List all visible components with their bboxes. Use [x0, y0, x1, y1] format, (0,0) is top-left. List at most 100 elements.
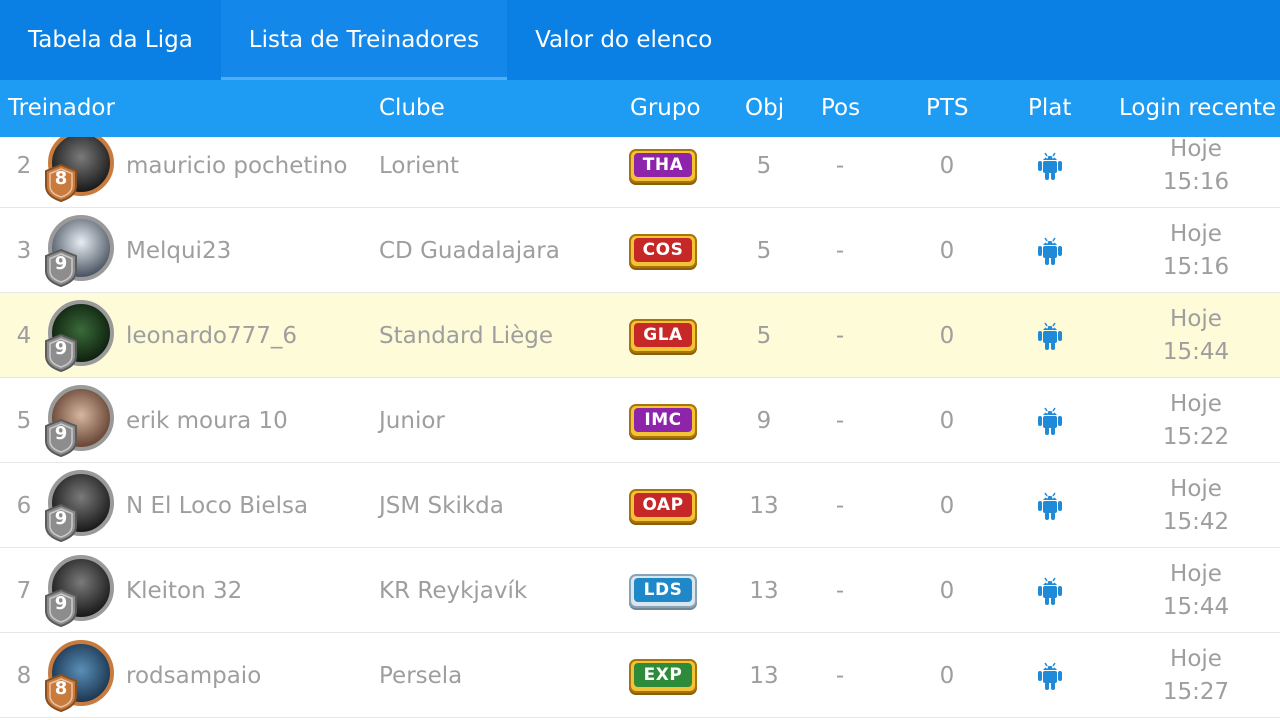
tab-label: Lista de Treinadores	[248, 27, 480, 53]
rank-number: 3	[16, 237, 32, 264]
objective-value: 5	[756, 322, 772, 349]
position-value: -	[835, 152, 845, 179]
coach-avatar[interactable]: 8	[44, 137, 120, 202]
club-name[interactable]: JSM Skikda	[379, 463, 504, 548]
login-time: 15:16	[1162, 253, 1230, 280]
table-row[interactable]: 7 9 Kleiton 32 KR Reykjavík LDS 13 - 0 H…	[0, 548, 1280, 633]
android-icon	[1038, 152, 1062, 180]
column-header-clube[interactable]: Clube	[379, 80, 445, 137]
coach-avatar[interactable]: 9	[44, 215, 120, 287]
table-row[interactable]: 8 8 rodsampaio Persela EXP 13 - 0 Hoje 1…	[0, 633, 1280, 718]
club-name[interactable]: Standard Liège	[379, 293, 553, 378]
coach-avatar[interactable]: 9	[44, 385, 120, 457]
level-number: 8	[54, 168, 68, 189]
table-row[interactable]: 4 9 leonardo777_6 Standard Liège GLA 5 -…	[0, 293, 1280, 378]
club-name[interactable]: Persela	[379, 633, 462, 718]
platform-cell	[1030, 633, 1070, 718]
position-value: -	[835, 577, 845, 604]
group-code: THA	[634, 152, 692, 177]
tab-tabela-da-liga[interactable]: Tabela da Liga	[0, 0, 221, 80]
position-value: -	[835, 237, 845, 264]
tab-valor-do-elenco[interactable]: Valor do elenco	[507, 0, 740, 80]
group-badge: OAP	[627, 463, 699, 548]
last-login: Hoje 15:42	[1140, 463, 1252, 548]
level-number: 9	[54, 593, 68, 614]
coach-avatar[interactable]: 9	[44, 470, 120, 542]
group-badge: THA	[627, 137, 699, 208]
android-icon	[1038, 662, 1062, 690]
column-header-obj[interactable]: Obj	[745, 80, 784, 137]
club-name[interactable]: Lorient	[379, 137, 459, 208]
group-badge: IMC	[627, 378, 699, 463]
level-number: 9	[54, 253, 68, 274]
login-time: 15:16	[1162, 168, 1230, 195]
table-row[interactable]: 5 9 erik moura 10 Junior IMC 9 - 0 Hoje …	[0, 378, 1280, 463]
points-value: 0	[939, 407, 955, 434]
column-header-login-recente[interactable]: Login recente	[1119, 80, 1276, 137]
login-day: Hoje	[1170, 390, 1222, 417]
column-header-pts[interactable]: PTS	[926, 80, 969, 137]
table-row[interactable]: 6 9 N El Loco Bielsa JSM Skikda OAP 13 -…	[0, 463, 1280, 548]
group-badge: COS	[627, 208, 699, 293]
login-time: 15:44	[1162, 338, 1230, 365]
coach-name[interactable]: rodsampaio	[126, 633, 261, 718]
login-day: Hoje	[1170, 560, 1222, 587]
group-code: LDS	[634, 577, 692, 602]
club-name[interactable]: Junior	[379, 378, 445, 463]
login-time: 15:22	[1162, 423, 1230, 450]
rank-number: 4	[16, 322, 32, 349]
platform-cell	[1030, 137, 1070, 208]
coach-name[interactable]: leonardo777_6	[126, 293, 297, 378]
android-icon	[1038, 407, 1062, 435]
table-row[interactable]: 3 9 Melqui23 CD Guadalajara COS 5 - 0 Ho…	[0, 208, 1280, 293]
rank-number: 6	[16, 492, 32, 519]
tab-bar: Tabela da Liga Lista de Treinadores Valo…	[0, 0, 1280, 80]
android-icon	[1038, 492, 1062, 520]
position-value: -	[835, 322, 845, 349]
position-value: -	[835, 492, 845, 519]
group-code: EXP	[634, 662, 692, 687]
points-value: 0	[939, 322, 955, 349]
table-row[interactable]: 2 8 mauricio pochetino Lorient THA 5 - 0	[0, 137, 1280, 208]
login-day: Hoje	[1170, 305, 1222, 332]
last-login: Hoje 15:22	[1140, 378, 1252, 463]
coach-avatar[interactable]: 8	[44, 640, 120, 712]
login-time: 15:42	[1162, 508, 1230, 535]
tab-label: Tabela da Liga	[28, 27, 193, 53]
login-time: 15:27	[1162, 678, 1230, 705]
android-icon	[1038, 577, 1062, 605]
column-header-grupo[interactable]: Grupo	[630, 80, 701, 137]
group-badge: LDS	[627, 548, 699, 633]
last-login: Hoje 15:44	[1140, 293, 1252, 378]
objective-value: 13	[749, 577, 779, 604]
coach-avatar[interactable]: 9	[44, 300, 120, 372]
coach-name[interactable]: erik moura 10	[126, 378, 288, 463]
platform-cell	[1030, 463, 1070, 548]
coach-name[interactable]: Melqui23	[126, 208, 231, 293]
column-header-treinador[interactable]: Treinador	[8, 80, 115, 137]
last-login: Hoje 15:16	[1140, 208, 1252, 293]
last-login: Hoje 15:44	[1140, 548, 1252, 633]
position-value: -	[835, 662, 845, 689]
level-number: 9	[54, 423, 68, 444]
coach-name[interactable]: N El Loco Bielsa	[126, 463, 308, 548]
android-icon	[1038, 237, 1062, 265]
club-name[interactable]: CD Guadalajara	[379, 208, 560, 293]
objective-value: 5	[756, 237, 772, 264]
coach-avatar[interactable]: 9	[44, 555, 120, 627]
login-day: Hoje	[1170, 220, 1222, 247]
points-value: 0	[939, 577, 955, 604]
group-badge: EXP	[627, 633, 699, 718]
column-header-pos[interactable]: Pos	[821, 80, 860, 137]
coaches-list[interactable]: 2 8 mauricio pochetino Lorient THA 5 - 0	[0, 137, 1280, 720]
club-name[interactable]: KR Reykjavík	[379, 548, 527, 633]
last-login: Hoje 15:27	[1140, 633, 1252, 718]
coach-name[interactable]: Kleiton 32	[126, 548, 242, 633]
column-header-plat[interactable]: Plat	[1028, 80, 1071, 137]
points-value: 0	[939, 152, 955, 179]
tab-lista-de-treinadores[interactable]: Lista de Treinadores	[220, 0, 508, 80]
last-login: Hoje 15:16	[1140, 137, 1252, 208]
coach-name[interactable]: mauricio pochetino	[126, 137, 347, 208]
level-number: 9	[54, 338, 68, 359]
level-number: 9	[54, 508, 68, 529]
